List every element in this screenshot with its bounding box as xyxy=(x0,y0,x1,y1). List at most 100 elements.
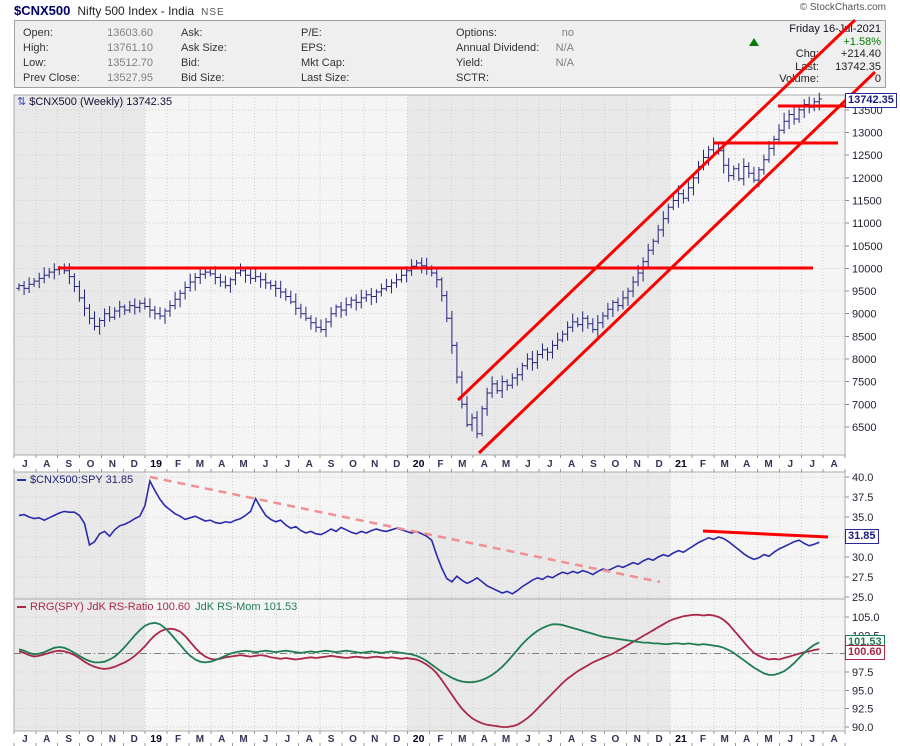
svg-text:S: S xyxy=(590,459,597,470)
svg-text:O: O xyxy=(612,459,620,470)
svg-text:S: S xyxy=(328,734,335,745)
up-triangle-icon xyxy=(749,38,759,46)
volume-value: 0 xyxy=(819,73,881,86)
exchange-label: NSE xyxy=(201,7,225,18)
svg-text:A: A xyxy=(43,734,50,745)
rrg-legend-swatch-icon xyxy=(17,606,26,608)
svg-text:A: A xyxy=(743,459,750,470)
ratio-legend-swatch-icon xyxy=(17,479,26,481)
chg-label: Chg: xyxy=(796,48,819,61)
quote-label: Ask Size: xyxy=(181,41,227,56)
svg-text:J: J xyxy=(788,459,794,470)
svg-text:N: N xyxy=(634,459,641,470)
svg-text:O: O xyxy=(87,459,95,470)
svg-text:S: S xyxy=(65,734,72,745)
svg-text:S: S xyxy=(328,459,335,470)
svg-text:95.0: 95.0 xyxy=(852,685,873,697)
svg-text:J: J xyxy=(263,734,269,745)
percent-change: +1.58% xyxy=(819,36,881,49)
svg-text:20: 20 xyxy=(413,733,425,745)
quote-value: 13512.70 xyxy=(107,56,153,71)
svg-text:10500: 10500 xyxy=(852,241,883,253)
stockcharts-page: $CNX500Nifty 500 Index - IndiaNSE © Stoc… xyxy=(0,0,900,746)
svg-text:9000: 9000 xyxy=(852,309,876,321)
rrg-panel-label: RRG(SPY) JdK RS-Ratio 100.60JdK RS-Mom 1… xyxy=(17,601,297,613)
svg-text:30.0: 30.0 xyxy=(852,552,873,564)
svg-text:105.0: 105.0 xyxy=(852,612,880,624)
svg-text:O: O xyxy=(612,734,620,745)
last-label: Last: xyxy=(795,61,819,74)
symbol-name: Nifty 500 Index - India xyxy=(77,4,194,18)
svg-text:N: N xyxy=(109,459,116,470)
quote-col-fundamentals: P/E: EPS: Mkt Cap: Last Size: xyxy=(301,26,381,86)
svg-text:D: D xyxy=(655,459,662,470)
svg-text:F: F xyxy=(700,734,706,745)
svg-text:25.0: 25.0 xyxy=(852,592,873,604)
svg-text:N: N xyxy=(371,459,378,470)
quote-label: Open: xyxy=(23,26,53,41)
svg-text:D: D xyxy=(131,459,138,470)
svg-text:M: M xyxy=(502,459,510,470)
svg-text:A: A xyxy=(481,734,488,745)
quote-date: Friday 16-Jul-2021 xyxy=(731,23,881,36)
quote-label: SCTR: xyxy=(456,71,489,86)
svg-text:7000: 7000 xyxy=(852,399,876,411)
price-toggle-icon[interactable]: ⇅ xyxy=(17,96,26,108)
quote-value: N/A xyxy=(556,56,574,71)
svg-text:D: D xyxy=(393,459,400,470)
svg-text:11000: 11000 xyxy=(852,218,882,230)
svg-text:J: J xyxy=(22,734,28,745)
chg-value: +214.40 xyxy=(819,48,881,61)
svg-text:12000: 12000 xyxy=(852,173,883,185)
svg-text:J: J xyxy=(525,459,531,470)
symbol: $CNX500 xyxy=(14,3,70,18)
svg-text:O: O xyxy=(87,734,95,745)
svg-text:97.5: 97.5 xyxy=(852,667,873,679)
svg-text:J: J xyxy=(809,734,815,745)
quote-value: 13603.60 xyxy=(107,26,153,41)
title-bar: $CNX500Nifty 500 Index - IndiaNSE © Stoc… xyxy=(14,2,886,19)
quote-label: Bid: xyxy=(181,56,200,71)
svg-text:A: A xyxy=(43,459,50,470)
ratio-panel-label: $CNX500:SPY 31.85 xyxy=(17,474,133,486)
svg-text:A: A xyxy=(306,459,313,470)
quote-col-options: Options:no Annual Dividend:N/A Yield:N/A… xyxy=(456,26,574,86)
svg-text:10000: 10000 xyxy=(852,263,883,275)
svg-text:8500: 8500 xyxy=(852,331,876,343)
svg-text:40.0: 40.0 xyxy=(852,472,873,484)
svg-text:19: 19 xyxy=(150,458,162,470)
quote-label: EPS: xyxy=(301,41,326,56)
rrg-ratio-value-box: 100.60 xyxy=(845,645,885,660)
svg-text:M: M xyxy=(196,459,204,470)
svg-text:J: J xyxy=(22,459,28,470)
svg-text:M: M xyxy=(721,459,729,470)
ratio-panel-title: $CNX500:SPY 31.85 xyxy=(30,474,133,486)
svg-text:A: A xyxy=(830,459,837,470)
last-value: 13742.35 xyxy=(819,61,881,74)
chart-canvas[interactable]: 6500700075008000850090009500100001050011… xyxy=(0,0,900,746)
quote-label: Bid Size: xyxy=(181,71,224,86)
quote-value: 13761.10 xyxy=(107,41,153,56)
svg-text:8000: 8000 xyxy=(852,354,876,366)
price-panel-label: ⇅$CNX500 (Weekly) 13742.35 xyxy=(17,95,172,108)
quote-label: P/E: xyxy=(301,26,322,41)
quote-summary-box: Open:13603.60 High:13761.10 Low:13512.70… xyxy=(14,20,886,88)
svg-text:A: A xyxy=(568,734,575,745)
svg-text:M: M xyxy=(764,734,772,745)
svg-text:92.5: 92.5 xyxy=(852,704,873,716)
svg-text:12500: 12500 xyxy=(852,150,883,162)
svg-text:A: A xyxy=(481,459,488,470)
svg-text:13000: 13000 xyxy=(852,128,883,140)
svg-text:J: J xyxy=(263,459,269,470)
svg-text:J: J xyxy=(809,459,815,470)
svg-text:35.0: 35.0 xyxy=(852,512,873,524)
svg-text:N: N xyxy=(371,734,378,745)
svg-text:D: D xyxy=(393,734,400,745)
svg-text:A: A xyxy=(218,734,225,745)
svg-text:J: J xyxy=(525,734,531,745)
quote-label: High: xyxy=(23,41,49,56)
svg-text:7500: 7500 xyxy=(852,377,876,389)
svg-text:M: M xyxy=(239,459,247,470)
svg-text:F: F xyxy=(175,459,181,470)
price-panel-title: $CNX500 (Weekly) 13742.35 xyxy=(29,96,172,108)
